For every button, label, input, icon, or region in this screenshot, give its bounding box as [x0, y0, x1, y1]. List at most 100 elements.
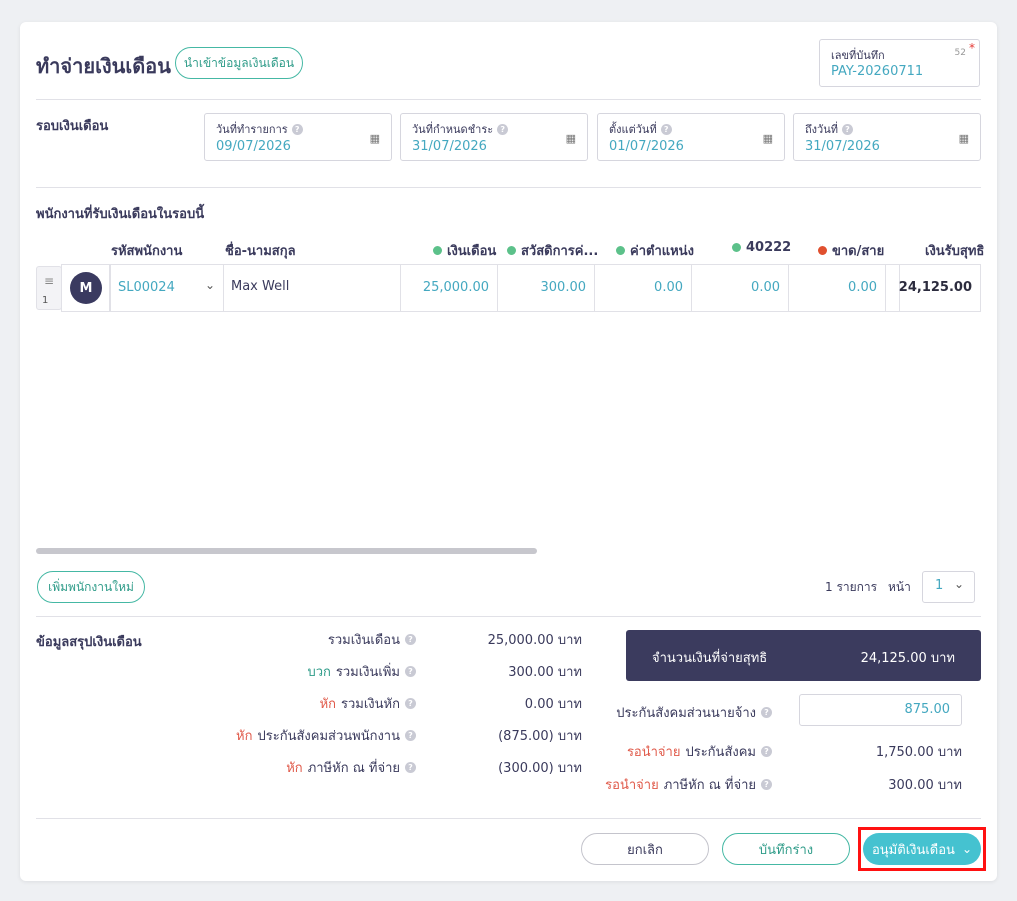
total-deductions-label: หัก รวมเงินหัก? [320, 693, 416, 714]
due-date-label: วันที่กำหนดชำระ [412, 123, 494, 136]
net-pay-box: จำนวนเงินที่จ่ายสุทธิ 24,125.00 บาท [626, 630, 981, 681]
save-draft-button[interactable]: บันทึกร่าง [722, 833, 850, 865]
cancel-button[interactable]: ยกเลิก [581, 833, 709, 865]
col-header-name: ชื่อ-นามสกุล [225, 244, 296, 259]
employee-code: SL00024 [118, 280, 175, 295]
calendar-icon[interactable]: ▦ [763, 132, 773, 145]
col-header-welfare: สวัสดิการค่... [507, 240, 598, 261]
employees-label: พนักงานที่รับเงินเดือนในรอบนี้ [36, 207, 205, 222]
employer-ss-input[interactable]: 875.00 [799, 694, 962, 726]
avatar: M [70, 272, 102, 304]
total-salary-label: รวมเงินเดือน? [328, 629, 416, 650]
help-icon: ? [405, 698, 416, 709]
employee-ss-label: หัก ประกันสังคมส่วนพนักงาน? [236, 725, 416, 746]
net-cell: 24,125.00 [899, 264, 981, 312]
transaction-date-value: 09/07/2026 [216, 139, 291, 154]
doc-number-field[interactable]: เลขที่บันทึก 52 * PAY-20260711 [819, 39, 980, 87]
total-deductions-value: 0.00 บาท [524, 697, 582, 712]
position-allowance-input[interactable]: 0.00 [594, 264, 692, 312]
employer-ss-label: ประกันสังคมส่วนนายจ้าง? [616, 702, 772, 723]
red-dot-icon [818, 246, 827, 255]
absent-input[interactable]: 0.00 [788, 264, 886, 312]
help-icon: ? [405, 730, 416, 741]
approve-salary-button[interactable]: อนุมัติเงินเดือน ⌄ [863, 833, 981, 865]
pending-ss-label: รอนำจ่าย ประกันสังคม? [627, 741, 772, 762]
transaction-date-label: วันที่ทำรายการ [216, 123, 288, 136]
divider [36, 187, 981, 188]
help-icon: ? [405, 762, 416, 773]
required-marker: * [969, 41, 975, 55]
divider [36, 616, 981, 617]
net-pay-value: 24,125.00 บาท [860, 651, 955, 666]
divider [36, 818, 981, 819]
transaction-date-field[interactable]: วันที่ทำรายการ? 09/07/2026 ▦ [204, 113, 392, 161]
end-date-value: 31/07/2026 [805, 139, 880, 154]
drag-icon: ≡ [44, 274, 55, 288]
page-select[interactable]: 1 ⌄ [922, 571, 975, 603]
help-icon: ? [291, 123, 303, 135]
horizontal-scrollbar[interactable] [36, 548, 537, 554]
withholding-tax-label: หัก ภาษีหัก ณ ที่จ่าย? [286, 757, 416, 778]
welfare-input[interactable]: 300.00 [497, 264, 595, 312]
chevron-down-icon: ⌄ [961, 842, 973, 856]
withholding-tax-value: (300.00) บาท [498, 761, 582, 776]
total-additions-value: 300.00 บาท [508, 665, 582, 680]
calendar-icon[interactable]: ▦ [959, 132, 969, 145]
total-additions-label: บวก รวมเงินเพิ่ม? [307, 661, 416, 682]
col-header-net: เงินรับสุทธิ [925, 244, 985, 259]
period-label: รอบเงินเดือน [36, 119, 109, 134]
page-label: หน้า [888, 580, 911, 594]
record-count: 1 รายการ [825, 580, 878, 594]
help-icon: ? [660, 123, 672, 135]
employee-name-cell: Max Well [223, 264, 401, 312]
help-icon: ? [761, 707, 772, 718]
summary-label: ข้อมูลสรุปเงินเดือน [36, 635, 142, 650]
table-row: ≡ 1 M SL00024 ⌄ Max Well 25,000.00 300.0… [36, 264, 981, 312]
green-dot-icon [732, 243, 741, 252]
col-header-40222: 40222 [732, 240, 791, 255]
help-icon: ? [761, 746, 772, 757]
help-icon: ? [405, 634, 416, 645]
salary-input[interactable]: 25,000.00 [400, 264, 498, 312]
end-date-field[interactable]: ถึงวันที่? 31/07/2026 ▦ [793, 113, 981, 161]
add-employee-button[interactable]: เพิ่มพนักงานใหม่ [37, 571, 145, 603]
total-salary-value: 25,000.00 บาท [487, 633, 582, 648]
end-date-label: ถึงวันที่ [805, 123, 838, 136]
col-header-absent: ขาด/สาย [818, 240, 884, 261]
doc-number-label: เลขที่บันทึก [831, 49, 885, 62]
green-dot-icon [433, 246, 442, 255]
payroll-card: ทำจ่ายเงินเดือน นำเข้าข้อมูลเงินเดือน เล… [20, 22, 997, 881]
green-dot-icon [507, 246, 516, 255]
employee-code-select[interactable]: SL00024 ⌄ [110, 264, 224, 312]
page-value: 1 [935, 578, 944, 593]
calendar-icon[interactable]: ▦ [566, 132, 576, 145]
green-dot-icon [616, 246, 625, 255]
pending-tax-label: รอนำจ่าย ภาษีหัก ณ ที่จ่าย? [605, 774, 772, 795]
help-icon: ? [405, 666, 416, 677]
drag-handle[interactable]: ≡ 1 [36, 266, 62, 310]
pending-tax-value: 300.00 บาท [888, 778, 962, 793]
row-index: 1 [42, 295, 49, 306]
calendar-icon[interactable]: ▦ [370, 132, 380, 145]
doc-number-count: 52 [954, 48, 966, 58]
c40222-input[interactable]: 0.00 [691, 264, 789, 312]
import-salary-button[interactable]: นำเข้าข้อมูลเงินเดือน [175, 47, 303, 79]
employee-name: Max Well [231, 279, 290, 294]
chevron-down-icon: ⌄ [204, 278, 215, 292]
page-title: ทำจ่ายเงินเดือน [36, 54, 171, 78]
start-date-label: ตั้งแต่วันที่ [609, 123, 657, 136]
pending-ss-value: 1,750.00 บาท [875, 745, 962, 760]
start-date-field[interactable]: ตั้งแต่วันที่? 01/07/2026 ▦ [597, 113, 785, 161]
start-date-value: 01/07/2026 [609, 139, 684, 154]
approve-salary-label: อนุมัติเงินเดือน [871, 842, 955, 858]
help-icon: ? [761, 779, 772, 790]
due-date-field[interactable]: วันที่กำหนดชำระ? 31/07/2026 ▦ [400, 113, 588, 161]
divider [36, 99, 981, 100]
col-header-position: ค่าตำแหน่ง [616, 240, 694, 261]
col-header-salary: เงินเดือน [433, 240, 496, 261]
due-date-value: 31/07/2026 [412, 139, 487, 154]
employee-ss-value: (875.00) บาท [498, 729, 582, 744]
doc-number-value: PAY-20260711 [831, 64, 924, 79]
net-amount: 24,125.00 [898, 280, 972, 295]
help-icon: ? [841, 123, 853, 135]
